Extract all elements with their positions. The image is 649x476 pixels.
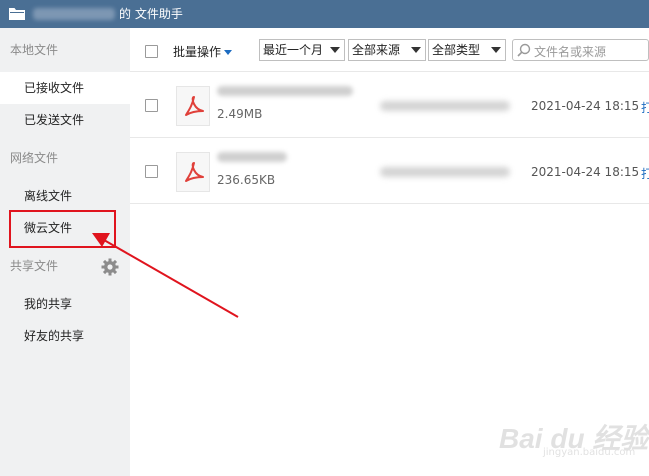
batch-operation-label: 批量操作 xyxy=(173,45,222,59)
file-size: 2.49MB xyxy=(217,107,263,121)
title-bar: 的 文件助手 xyxy=(0,0,649,28)
watermark-url: jingyan.baidu.com xyxy=(543,447,636,458)
file-size: 236.65KB xyxy=(217,173,276,187)
file-name-blurred xyxy=(217,152,287,162)
section-shared-files: 共享文件 xyxy=(10,259,59,273)
file-row[interactable]: 236.65KB 2021-04-24 18:15 打 xyxy=(130,138,649,204)
file-checkbox[interactable] xyxy=(145,165,158,178)
dropdown-arrow-icon xyxy=(411,47,421,53)
dropdown-arrow-icon xyxy=(491,47,501,53)
sidebar: 本地文件 已接收文件 已发送文件 网络文件 离线文件 微云文件 共享文件 我的共… xyxy=(0,28,130,476)
baidu-jingyan-watermark: Bai du 经验 jingyan.baidu.com xyxy=(499,403,648,463)
section-local-files: 本地文件 xyxy=(10,43,59,57)
sidebar-item-my-shares[interactable]: 我的共享 xyxy=(0,288,130,320)
file-name-blurred xyxy=(217,86,353,96)
file-checkbox[interactable] xyxy=(145,99,158,112)
type-filter-value: 全部类型 xyxy=(432,43,481,57)
pdf-icon xyxy=(176,152,210,192)
time-filter-select[interactable]: 最近一个月 xyxy=(259,39,345,61)
type-filter-select[interactable]: 全部类型 xyxy=(428,39,506,61)
section-network-files: 网络文件 xyxy=(10,151,59,165)
annotation-highlight-box xyxy=(9,210,116,248)
sidebar-item-friends-shares[interactable]: 好友的共享 xyxy=(0,320,130,352)
pdf-icon xyxy=(176,86,210,126)
file-source-blurred xyxy=(380,167,510,177)
file-date: 2021-04-24 18:15 xyxy=(531,165,640,179)
file-date: 2021-04-24 18:15 xyxy=(531,99,640,113)
open-file-link[interactable]: 打 xyxy=(641,165,649,182)
select-all-checkbox[interactable] xyxy=(145,45,158,58)
gear-icon[interactable] xyxy=(101,258,119,276)
account-name-blurred xyxy=(33,8,115,20)
window-title: 的 文件助手 xyxy=(119,7,183,21)
dropdown-arrow-icon xyxy=(330,47,340,53)
toolbar: 批量操作 最近一个月 全部来源 全部类型 文件名或来源 xyxy=(130,28,649,72)
sidebar-item-received-files[interactable]: 已接收文件 xyxy=(0,72,130,104)
caret-down-icon xyxy=(224,50,233,55)
search-input[interactable]: 文件名或来源 xyxy=(512,39,649,61)
batch-operation-button[interactable]: 批量操作 xyxy=(173,43,233,60)
source-filter-value: 全部来源 xyxy=(352,43,401,57)
folder-icon xyxy=(9,7,25,23)
sidebar-item-offline-files[interactable]: 离线文件 xyxy=(0,180,130,212)
search-placeholder: 文件名或来源 xyxy=(534,45,607,59)
file-source-blurred xyxy=(380,101,510,111)
source-filter-select[interactable]: 全部来源 xyxy=(348,39,426,61)
sidebar-item-sent-files[interactable]: 已发送文件 xyxy=(0,104,130,136)
search-icon xyxy=(517,43,531,60)
file-row[interactable]: 2.49MB 2021-04-24 18:15 打 xyxy=(130,72,649,138)
open-file-link[interactable]: 打 xyxy=(641,99,649,116)
time-filter-value: 最近一个月 xyxy=(263,43,324,57)
